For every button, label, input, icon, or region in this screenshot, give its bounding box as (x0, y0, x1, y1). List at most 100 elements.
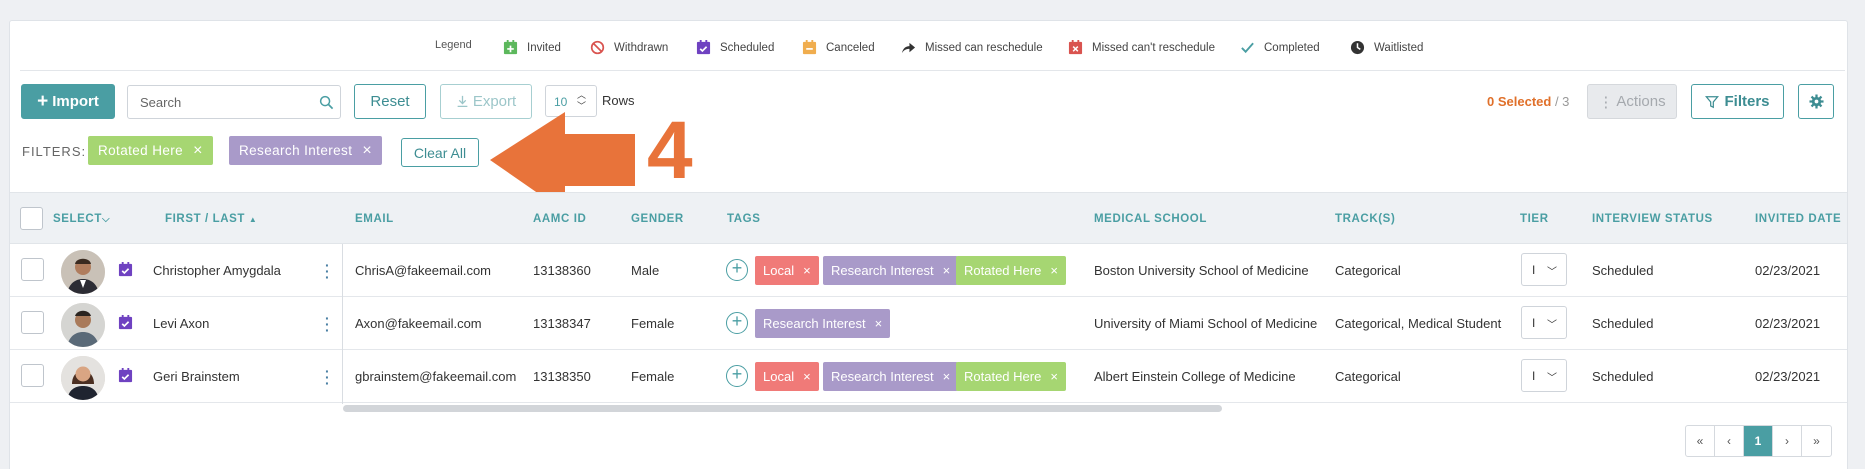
row-checkbox[interactable] (21, 364, 44, 387)
close-icon[interactable]: × (1050, 369, 1058, 384)
share-arrow-icon (901, 42, 916, 54)
close-icon[interactable]: × (943, 369, 951, 384)
table-row[interactable]: Levi Axon · · · Axon@fakeemail.com 1313834… (10, 297, 1847, 350)
gender-cell: Female (631, 369, 675, 384)
add-tag-icon[interactable]: + (726, 365, 748, 387)
close-icon[interactable]: × (875, 316, 883, 331)
import-button[interactable]: + Import (21, 84, 115, 119)
tag-local: Local × (755, 362, 819, 391)
more-vertical-icon[interactable]: · · · (325, 364, 330, 390)
chevron-down-icon[interactable]: ⌵ (102, 214, 110, 225)
avatar (61, 356, 105, 400)
tier-select[interactable]: I ﹀ (1521, 359, 1567, 392)
last-page-button[interactable]: » (1802, 426, 1831, 456)
candidate-name[interactable]: Levi Axon (153, 316, 209, 331)
actions-button[interactable]: ⋮ Actions (1587, 84, 1677, 119)
select-all-checkbox[interactable] (20, 207, 43, 230)
avatar (61, 250, 105, 294)
column-header-interview-status[interactable]: INTERVIEW STATUS (1592, 213, 1713, 225)
funnel-icon (1705, 95, 1720, 108)
checkmark-icon (1241, 42, 1254, 54)
email-cell: ChrisA@fakeemail.com (355, 263, 492, 278)
column-header-select[interactable]: SELECT⌵ (53, 213, 110, 225)
close-icon[interactable]: × (193, 142, 203, 159)
tracks-cell: Categorical (1335, 263, 1401, 278)
calendar-check-icon (118, 315, 133, 330)
column-header-gender[interactable]: GENDER (631, 213, 684, 225)
tag-research-interest: Research Interest × (755, 309, 891, 338)
tracks-cell: Categorical (1335, 369, 1401, 384)
close-icon[interactable]: × (1050, 263, 1058, 278)
tag-local: Local × (755, 256, 819, 285)
column-header-tags[interactable]: TAGS (727, 213, 761, 225)
invited-date-cell: 02/23/2021 (1755, 316, 1821, 331)
previous-page-button[interactable]: ‹ (1715, 426, 1744, 456)
calendar-plus-icon (503, 40, 518, 55)
tier-select[interactable]: I ﹀ (1521, 253, 1567, 286)
calendar-check-icon (118, 262, 133, 277)
row-checkbox[interactable] (21, 258, 44, 281)
candidate-name[interactable]: Geri Brainstem (153, 369, 240, 384)
legend-label: Waitlisted (1374, 41, 1424, 54)
download-icon (457, 95, 468, 108)
legend-item-waitlisted: Waitlisted (1350, 40, 1423, 55)
legend-title: Legend (435, 39, 472, 51)
legend-item-completed: Completed (1240, 40, 1320, 55)
medical-school-cell: Boston University School of Medicine (1094, 263, 1309, 278)
callout-number: 4 (647, 105, 693, 196)
legend-item-scheduled: Scheduled (696, 40, 774, 55)
column-header-invited-date[interactable]: INVITED DATE (1755, 213, 1841, 225)
sort-ascending-icon: ▲ (248, 215, 258, 224)
settings-button[interactable] (1798, 84, 1834, 119)
close-icon[interactable]: × (803, 263, 811, 278)
legend-label: Scheduled (720, 41, 775, 54)
more-vertical-icon[interactable]: · · · (325, 258, 330, 284)
filter-chip-rotated-here: Rotated Here × (88, 136, 213, 165)
column-header-email[interactable]: EMAIL (355, 213, 394, 225)
legend-divider (20, 70, 1845, 71)
reset-button[interactable]: Reset (354, 84, 426, 119)
tag-rotated-here: Rotated Here × (956, 362, 1066, 391)
aamc-id-cell: 13138360 (533, 263, 591, 278)
column-header-medical-school[interactable]: MEDICAL SCHOOL (1094, 213, 1207, 225)
horizontal-scrollbar[interactable] (343, 405, 1222, 412)
more-vertical-icon[interactable]: · · · (325, 311, 330, 337)
column-header-name[interactable]: FIRST / LAST ▲ (165, 213, 257, 225)
column-header-tier[interactable]: TIER (1520, 213, 1549, 225)
candidate-name[interactable]: Christopher Amygdala (153, 263, 281, 278)
no-symbol-icon (590, 40, 605, 55)
filters-button[interactable]: Filters (1691, 84, 1784, 119)
table-row[interactable]: Christopher Amygdala · · · ChrisA@fakeemai… (10, 244, 1847, 297)
interview-status-cell: Scheduled (1592, 316, 1654, 331)
page-1-button[interactable]: 1 (1744, 426, 1773, 456)
close-icon[interactable]: × (803, 369, 811, 384)
avatar (61, 303, 105, 347)
add-tag-icon[interactable]: + (726, 259, 748, 281)
close-icon[interactable]: × (362, 142, 372, 159)
search-icon[interactable] (319, 95, 334, 110)
first-page-button[interactable]: « (1686, 426, 1715, 456)
tier-select[interactable]: I ﹀ (1521, 306, 1567, 339)
rows-stepper-icon[interactable]: ︿ ﹀ (577, 90, 586, 112)
table-row[interactable]: Geri Brainstem · · · gbrainstem@fakeemail.… (10, 350, 1847, 403)
medical-school-cell: University of Miami School of Medicine (1094, 316, 1318, 331)
next-page-button[interactable]: › (1773, 426, 1802, 456)
close-icon[interactable]: × (943, 263, 951, 278)
gear-icon (1808, 94, 1824, 109)
column-header-tracks[interactable]: TRACK(S) (1335, 213, 1395, 225)
column-header-aamc-id[interactable]: AAMC ID (533, 213, 586, 225)
search-input[interactable] (128, 86, 298, 118)
aamc-id-cell: 13138347 (533, 316, 591, 331)
pagination: « ‹ 1 › » (1685, 425, 1832, 457)
legend-item-withdrawn: Withdrawn (590, 40, 668, 55)
frozen-column-divider (342, 244, 343, 404)
legend: Legend Invited Withdrawn Scheduled Cance… (0, 36, 1865, 66)
calendar-check-icon (696, 40, 711, 55)
filter-chip-research-interest: Research Interest × (229, 136, 383, 165)
chevron-down-icon: ﹀ (1547, 373, 1557, 384)
search-field[interactable] (127, 85, 341, 119)
clear-all-button[interactable]: Clear All (401, 138, 479, 167)
add-tag-icon[interactable]: + (726, 312, 748, 334)
row-checkbox[interactable] (21, 311, 44, 334)
legend-item-missed-cant-reschedule: Missed can't reschedule (1068, 40, 1215, 55)
